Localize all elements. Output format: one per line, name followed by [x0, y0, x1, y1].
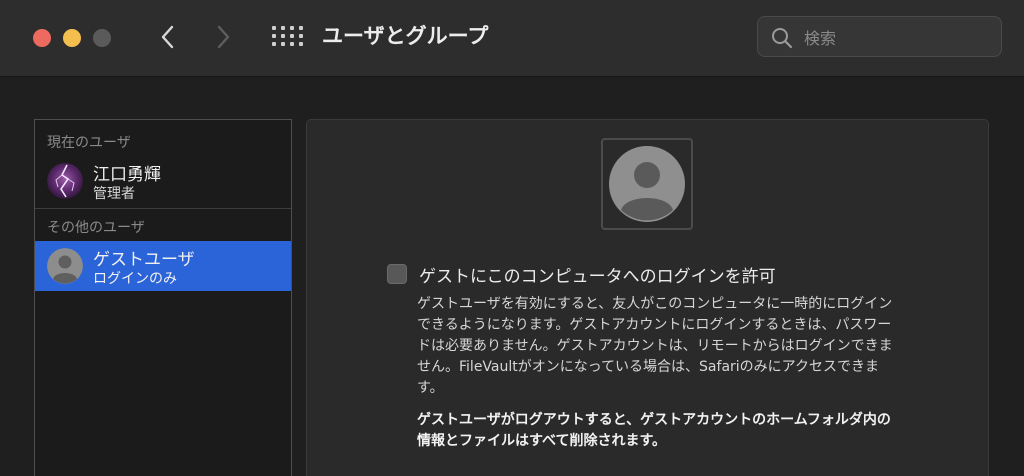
search-input[interactable] — [802, 25, 991, 51]
show-all-grid-icon[interactable] — [270, 24, 303, 50]
description-line: ドは必要ありません。ゲストアカウントは、リモートからはログインできま — [417, 338, 893, 354]
window-title: ユーザとグループ — [322, 24, 489, 48]
guest-description: ゲストユーザを有効にすると、友人がこのコンピュータに一時的にログイン できるよう… — [417, 294, 957, 399]
description-line: できるようになります。ゲストアカウントにログインするときは、パスワー — [417, 317, 892, 333]
guest-login-label: ゲストにこのコンピュータへのログインを許可 — [419, 266, 776, 287]
minimize-button[interactable] — [63, 29, 81, 47]
back-button[interactable] — [151, 20, 185, 54]
forward-button[interactable] — [206, 20, 240, 54]
user-name: 江口勇輝 — [93, 165, 161, 185]
close-button[interactable] — [33, 29, 51, 47]
guest-settings-panel: ゲストにこのコンピュータへのログインを許可 ゲストユーザを有効にすると、友人がこ… — [306, 119, 989, 476]
search-icon — [772, 28, 793, 49]
warning-line: 情報とファイルはすべて削除されます。 — [417, 433, 667, 449]
titlebar: ユーザとグループ — [0, 0, 1024, 77]
search-field[interactable] — [757, 16, 1002, 57]
generic-user-avatar — [47, 248, 83, 284]
guest-login-option[interactable]: ゲストにこのコンピュータへのログインを許可 — [387, 262, 776, 287]
user-role: 管理者 — [93, 186, 135, 202]
warning-line: ゲストユーザがログアウトすると、ゲストアカウントのホームフォルダ内の — [417, 412, 891, 428]
user-role: ログインのみ — [93, 271, 177, 287]
current-users-header: 現在のユーザ — [47, 135, 131, 151]
user-silhouette-icon — [609, 146, 685, 222]
chevron-left-icon — [161, 25, 174, 49]
description-line: せん。FileVaultがオンになっている場合は、Safariのみにアクセスでき… — [417, 359, 879, 375]
other-users-header: その他のユーザ — [47, 220, 145, 236]
user-list-sidebar: 現在のユーザ 江口勇輝 管理者 その他のユーザ ゲストユーザ ログインのみ — [34, 119, 292, 476]
description-line: す。 — [417, 380, 444, 396]
guest-avatar-picture[interactable] — [601, 138, 693, 230]
zoom-button[interactable] — [93, 29, 111, 47]
user-list-item[interactable]: 江口勇輝 管理者 — [35, 156, 291, 206]
section-divider — [35, 208, 291, 209]
chevron-right-icon — [217, 25, 230, 49]
guest-login-checkbox[interactable] — [387, 264, 407, 284]
guest-warning: ゲストユーザがログアウトすると、ゲストアカウントのホームフォルダ内の 情報とファ… — [417, 410, 957, 452]
user-list-item-guest[interactable]: ゲストユーザ ログインのみ — [35, 241, 291, 291]
user-name: ゲストユーザ — [93, 250, 195, 270]
lightning-photo-avatar — [47, 163, 83, 199]
description-line: ゲストユーザを有効にすると、友人がこのコンピュータに一時的にログイン — [417, 296, 893, 312]
system-preferences-window: ユーザとグループ 現在のユーザ — [0, 0, 1024, 476]
